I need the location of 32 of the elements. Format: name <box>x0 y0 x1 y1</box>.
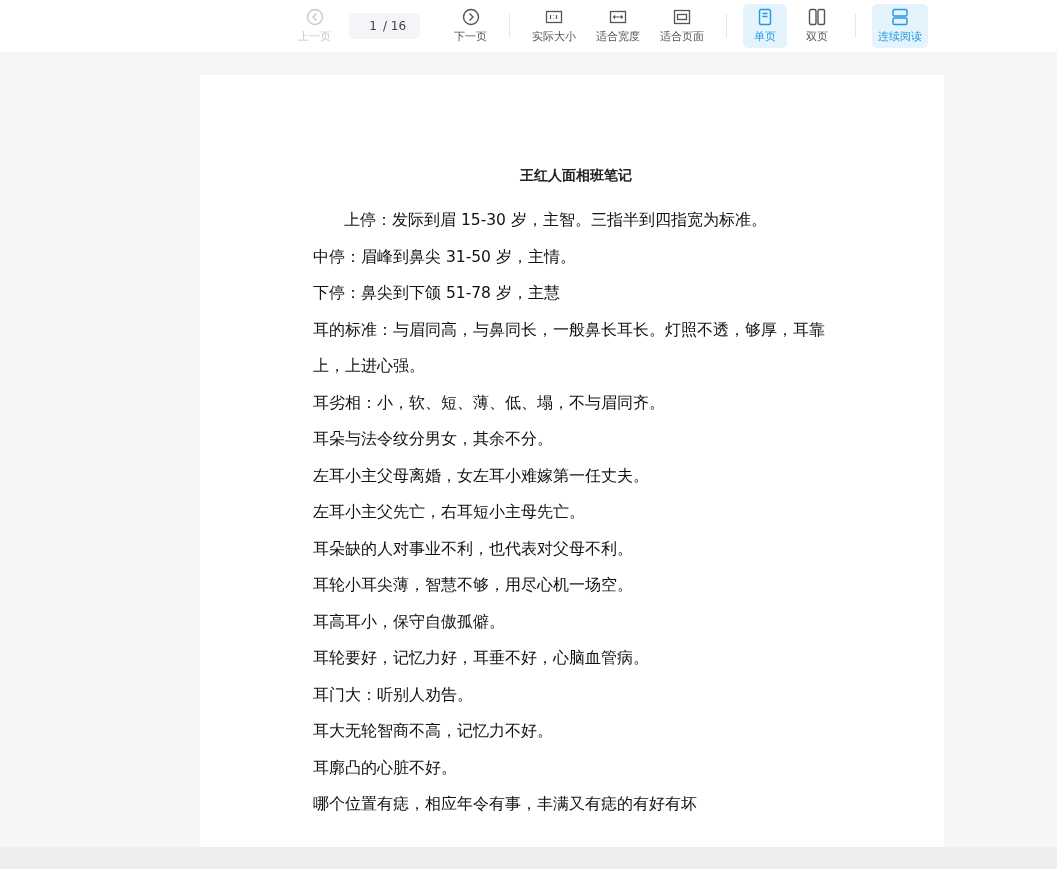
paragraph: 耳朵与法令纹分男女，其余不分。 <box>313 429 554 450</box>
continuous-pages-icon <box>891 8 910 26</box>
fit-width-icon <box>609 8 628 26</box>
double-page-icon <box>808 8 827 26</box>
document-title: 王红人面相班笔记 <box>518 166 633 185</box>
paragraph: 耳轮小耳尖薄，智慧不够，用尽心机一场空。 <box>313 575 634 596</box>
paragraph: 耳的标准：与眉同高，与鼻同长，一般鼻长耳长。灯照不透，够厚，耳靠上，上进心强。 <box>313 319 826 377</box>
paragraph: 上停：发际到眉 15-30 岁，主智。三指半到四指宽为标准。 <box>343 210 768 231</box>
fit-page-icon <box>673 8 692 26</box>
actual-size-icon <box>545 8 564 26</box>
paragraph: 中停：眉峰到鼻尖 31-50 岁，主情。 <box>313 246 577 268</box>
zoom-button[interactable]: 适合页面 <box>654 4 711 48</box>
paragraph: 耳高耳小，保守自傲孤僻。 <box>313 611 506 633</box>
page-number-input[interactable]: 1 <box>367 19 379 33</box>
nav-button[interactable]: 下一页 <box>448 4 494 48</box>
chevron-right-circle-icon <box>461 8 480 26</box>
view-mode-button[interactable]: 双页 <box>795 4 840 48</box>
paragraph: 耳门大：听别人劝告。 <box>313 684 474 706</box>
paragraph: 哪个位置有痣，相应年令有事，丰满又有痣的有好有坏 <box>313 794 698 815</box>
paragraph: 耳轮要好，记忆力好，耳垂不好，心脑血管病。 <box>313 648 650 669</box>
paragraph: 左耳小主父先亡，右耳短小主母先亡。 <box>313 502 586 523</box>
paragraph: 耳劣相：小，软、短、薄、低、塌，不与眉同齐。 <box>313 392 666 414</box>
paragraph: 耳朵缺的人对事业不利，也代表对父母不利。 <box>313 538 634 560</box>
paragraph: 耳廓凸的心脏不好。 <box>313 757 458 779</box>
page-navigator[interactable]: 1 / 16 <box>349 13 421 39</box>
paragraph: 耳大无轮智商不高，记忆力不好。 <box>313 721 554 742</box>
zoom-button[interactable]: 实际大小 <box>526 4 583 48</box>
zoom-button[interactable]: 适合宽度 <box>590 4 647 48</box>
page-total: / 16 <box>383 19 407 33</box>
paragraph: 左耳小主父母离婚，女左耳小难嫁第一任丈夫。 <box>313 465 650 487</box>
paragraph: 下停：鼻尖到下颌 51-78 岁，主慧 <box>313 283 561 304</box>
chevron-left-circle-icon <box>305 8 324 26</box>
